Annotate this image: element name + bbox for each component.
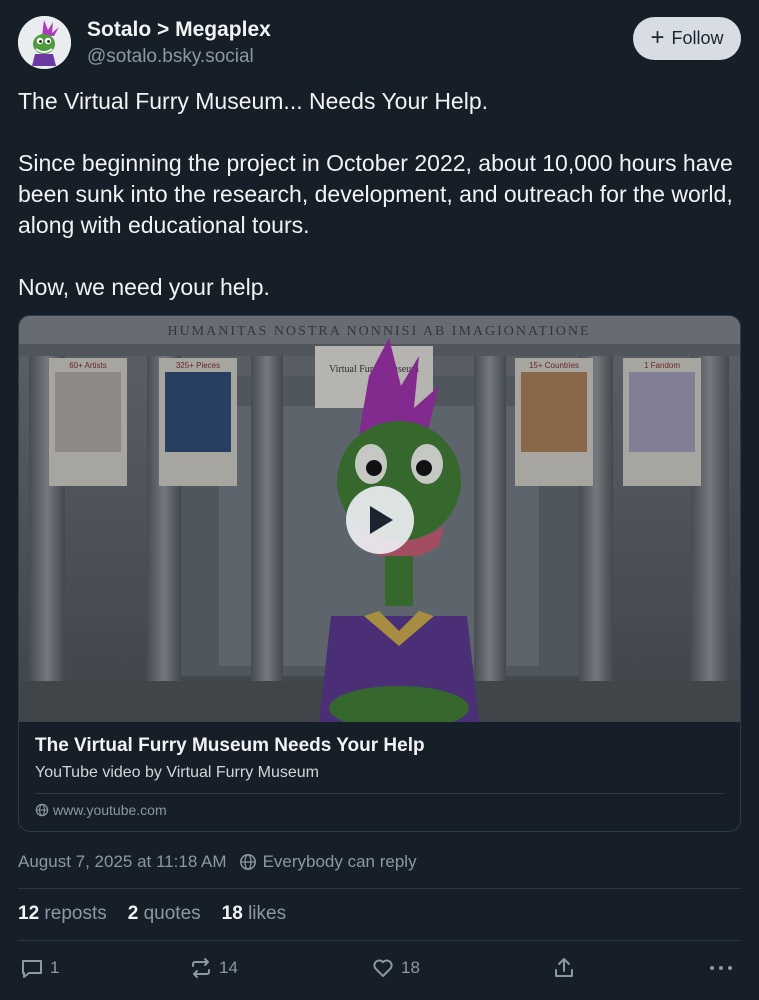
reply-button[interactable]: 1 bbox=[20, 956, 59, 980]
quotes-stat[interactable]: 2 quotes bbox=[128, 903, 201, 925]
reposts-count: 12 bbox=[18, 903, 40, 924]
display-name[interactable]: Sotalo > Megaplex bbox=[87, 18, 271, 42]
more-options-button[interactable] bbox=[707, 956, 735, 980]
embed-divider bbox=[35, 793, 724, 794]
embed-domain[interactable]: www.youtube.com bbox=[35, 802, 167, 818]
like-count: 18 bbox=[401, 958, 420, 977]
post-paragraph: The Virtual Furry Museum... Needs Your H… bbox=[18, 88, 489, 114]
divider bbox=[18, 940, 741, 941]
reposts-stat[interactable]: 12 reposts bbox=[18, 903, 107, 925]
globe-icon bbox=[35, 803, 49, 817]
reposts-label: reposts bbox=[44, 903, 107, 924]
reply-icon bbox=[22, 960, 42, 978]
likes-stat[interactable]: 18 likes bbox=[222, 903, 286, 925]
timestamp[interactable]: August 7, 2025 at 11:18 AM bbox=[18, 852, 227, 872]
post-paragraph: Since beginning the project in October 2… bbox=[18, 150, 733, 238]
post-paragraph: Now, we need your help. bbox=[18, 274, 270, 300]
quotes-count: 2 bbox=[127, 903, 139, 924]
follow-label: Follow bbox=[671, 28, 724, 48]
reply-count: 1 bbox=[50, 958, 60, 977]
likes-count: 18 bbox=[221, 903, 243, 924]
embed-title[interactable]: The Virtual Furry Museum Needs Your Help bbox=[35, 735, 425, 757]
link-embed-card[interactable]: HUMANITAS NOSTRA NONNISI AB IMAGIONATION… bbox=[18, 315, 741, 832]
video-thumbnail[interactable]: HUMANITAS NOSTRA NONNISI AB IMAGIONATION… bbox=[19, 316, 740, 722]
repost-count: 14 bbox=[219, 958, 238, 977]
reply-setting-text: Everybody can reply bbox=[262, 852, 417, 871]
divider bbox=[18, 888, 741, 889]
avatar[interactable] bbox=[18, 16, 71, 69]
play-icon bbox=[370, 506, 393, 534]
follow-button[interactable]: + Follow bbox=[633, 17, 741, 60]
like-button[interactable]: 18 bbox=[371, 956, 420, 980]
plus-icon: + bbox=[650, 23, 665, 51]
globe-icon bbox=[239, 854, 256, 870]
embed-description: YouTube video by Virtual Furry Museum bbox=[35, 764, 319, 781]
heart-icon bbox=[373, 959, 393, 977]
post-text: The Virtual Furry Museum... Needs Your H… bbox=[18, 86, 748, 303]
embed-domain-text: www.youtube.com bbox=[53, 802, 167, 818]
repost-icon bbox=[192, 958, 210, 978]
post-meta: August 7, 2025 at 11:18 AM Everybody can… bbox=[18, 852, 417, 872]
share-icon bbox=[555, 958, 573, 977]
engagement-stats: 12 reposts 2 quotes 18 likes bbox=[18, 903, 286, 925]
share-button[interactable] bbox=[552, 956, 576, 980]
more-icon bbox=[710, 966, 732, 970]
play-button[interactable] bbox=[346, 486, 414, 554]
avatar-image bbox=[18, 16, 71, 69]
reply-setting[interactable]: Everybody can reply bbox=[239, 852, 417, 872]
repost-button[interactable]: 14 bbox=[189, 956, 238, 980]
handle[interactable]: @sotalo.bsky.social bbox=[87, 46, 254, 68]
quotes-label: quotes bbox=[143, 903, 201, 924]
likes-label: likes bbox=[248, 903, 287, 924]
